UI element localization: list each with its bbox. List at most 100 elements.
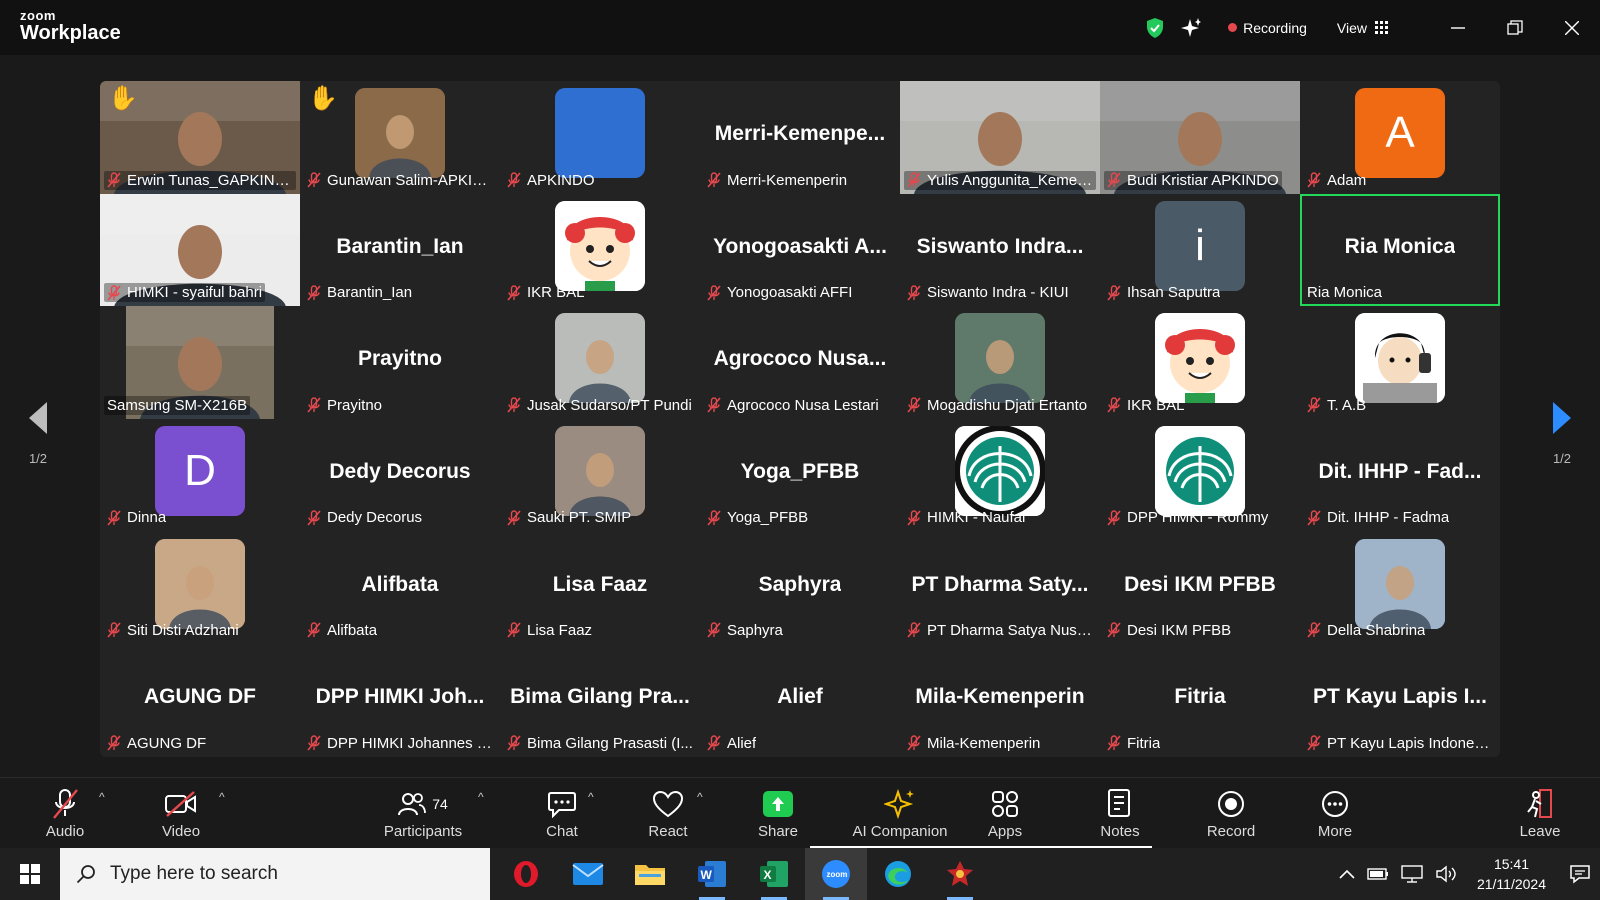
participant-name: Dit. IHHP - Fadma bbox=[1327, 509, 1450, 527]
participant-tile[interactable]: Agrococo Nusa... Agrococo Nusa Lestari bbox=[700, 306, 900, 419]
ai-sparkle-icon[interactable] bbox=[1180, 17, 1202, 39]
participant-tile[interactable]: Lisa Faaz Lisa Faaz bbox=[500, 531, 700, 644]
participant-avatar bbox=[555, 88, 645, 179]
participant-display-name: Siswanto Indra... bbox=[916, 234, 1084, 258]
participant-tile[interactable]: HIMKI - Naufal bbox=[900, 418, 1100, 532]
view-button[interactable]: View bbox=[1337, 20, 1389, 36]
more-button[interactable]: More bbox=[1314, 778, 1356, 849]
taskbar-mail[interactable] bbox=[557, 848, 619, 900]
notification-center-button[interactable] bbox=[1560, 848, 1600, 900]
battery-icon[interactable] bbox=[1367, 867, 1389, 881]
participant-tile[interactable]: Mila-Kemenperin Mila-Kemenperin bbox=[900, 643, 1100, 757]
participants-button[interactable]: 74 Participants bbox=[378, 778, 468, 849]
gallery-stage: 1/2 1/2 ✋ Erwin Tunas_GAPKINDO ✋ Gunawan Sa… bbox=[0, 55, 1600, 777]
participant-tile[interactable]: Yonogoasakti A... Yonogoasakti AFFI bbox=[700, 193, 900, 307]
participant-tile[interactable]: Dit. IHHP - Fad... Dit. IHHP - Fadma bbox=[1300, 418, 1500, 532]
react-button[interactable]: React bbox=[642, 778, 694, 849]
participant-tile[interactable]: Sauki PT. SMIP bbox=[500, 418, 700, 532]
participant-tile[interactable]: DPP HIMKI - Rommy bbox=[1100, 418, 1300, 532]
participant-tile[interactable]: A Adam bbox=[1300, 81, 1500, 194]
encryption-shield-icon[interactable] bbox=[1144, 17, 1166, 39]
participant-tile[interactable]: T. A.B bbox=[1300, 306, 1500, 419]
participants-options-caret[interactable]: ^ bbox=[478, 790, 484, 804]
participant-tile[interactable]: Barantin_Ian Barantin_Ian bbox=[300, 193, 500, 307]
recording-indicator[interactable]: Recording bbox=[1228, 20, 1307, 36]
taskbar-word[interactable]: W bbox=[681, 848, 743, 900]
participant-tile[interactable]: Yulis Anggunita_Kemenperin bbox=[900, 81, 1100, 194]
taskbar-zoom[interactable]: zoom bbox=[805, 848, 867, 900]
next-page-button[interactable]: 1/2 bbox=[1524, 358, 1600, 508]
participant-tile[interactable]: Alifbata Alifbata bbox=[300, 531, 500, 644]
participant-tile[interactable]: Siti Disti Adzhani bbox=[100, 531, 300, 644]
participant-name-label: APKINDO bbox=[504, 171, 598, 190]
participant-tile[interactable]: i Ihsan Saputra bbox=[1100, 193, 1300, 307]
mascot-avatar-icon bbox=[555, 200, 645, 291]
mic-muted-icon bbox=[507, 284, 521, 301]
raised-hand-icon: ✋ bbox=[108, 85, 138, 112]
participant-tile[interactable]: Saphyra Saphyra bbox=[700, 531, 900, 644]
video-button[interactable]: Video bbox=[153, 778, 209, 849]
participant-name: Alifbata bbox=[327, 621, 378, 639]
close-button[interactable] bbox=[1543, 0, 1600, 55]
participant-name: DPP HIMKI Johannes B... bbox=[327, 734, 493, 752]
participant-tile[interactable]: Bima Gilang Pra... Bima Gilang Prasasti (… bbox=[500, 643, 700, 757]
participant-tile[interactable]: ✋ Gunawan Salim-APKINDO bbox=[300, 81, 500, 194]
ai-companion-button[interactable]: AI Companion bbox=[845, 778, 955, 849]
participant-tile[interactable]: IKR BAL bbox=[1100, 306, 1300, 419]
taskbar-search-box[interactable]: Type here to search bbox=[60, 848, 490, 900]
start-button[interactable] bbox=[0, 848, 60, 900]
taskbar-edge[interactable] bbox=[867, 848, 929, 900]
participant-tile[interactable]: Merri-Kemenpe... Merri-Kemenperin bbox=[700, 81, 900, 194]
participant-name: IKR BAL bbox=[527, 284, 585, 302]
taskbar-opera[interactable] bbox=[495, 848, 557, 900]
taskbar-clock[interactable]: 15:41 21/11/2024 bbox=[1477, 854, 1546, 894]
participant-tile[interactable]: Fitria Fitria bbox=[1100, 643, 1300, 757]
taskbar-file-explorer[interactable] bbox=[619, 848, 681, 900]
participant-tile[interactable]: D Dinna bbox=[100, 418, 300, 532]
audio-options-caret[interactable]: ^ bbox=[99, 790, 105, 804]
participant-tile[interactable]: DPP HIMKI Joh... DPP HIMKI Johannes B... bbox=[300, 643, 500, 757]
apps-button[interactable]: Apps bbox=[984, 778, 1026, 849]
participant-tile[interactable]: PT Kayu Lapis I... PT Kayu Lapis Indonesi… bbox=[1300, 643, 1500, 757]
participant-tile[interactable]: Dedy Decorus Dedy Decorus bbox=[300, 418, 500, 532]
participant-tile[interactable]: Ria Monica Ria Monica bbox=[1300, 193, 1500, 307]
share-button[interactable]: Share bbox=[752, 778, 804, 849]
taskbar-excel[interactable]: X bbox=[743, 848, 805, 900]
notes-button[interactable]: Notes bbox=[1095, 778, 1145, 849]
participant-tile[interactable]: APKINDO bbox=[500, 81, 700, 194]
participant-name: Ihsan Saputra bbox=[1127, 284, 1221, 302]
participant-tile[interactable]: Alief Alief bbox=[700, 643, 900, 757]
record-button[interactable]: Record bbox=[1203, 778, 1259, 849]
network-icon[interactable] bbox=[1401, 865, 1423, 883]
recording-label: Recording bbox=[1243, 19, 1307, 36]
participant-tile[interactable]: ✋ Erwin Tunas_GAPKINDO bbox=[100, 81, 300, 194]
himki-logo-icon bbox=[955, 426, 1045, 517]
mic-muted-icon bbox=[1307, 735, 1321, 751]
participant-tile[interactable]: Budi Kristiar APKINDO bbox=[1100, 81, 1300, 194]
previous-page-button[interactable]: 1/2 bbox=[0, 358, 76, 508]
taskbar-game-app[interactable] bbox=[929, 848, 991, 900]
leave-button[interactable]: Leave bbox=[1518, 778, 1562, 849]
participant-tile[interactable]: PT Dharma Saty... PT Dharma Satya Nusanta… bbox=[900, 531, 1100, 644]
video-options-caret[interactable]: ^ bbox=[219, 790, 225, 804]
react-options-caret[interactable]: ^ bbox=[697, 790, 703, 804]
participant-tile[interactable]: IKR BAL bbox=[500, 193, 700, 307]
participant-tile[interactable]: Samsung SM-X216B bbox=[100, 306, 300, 419]
participant-tile[interactable]: Siswanto Indra... Siswanto Indra - KIUI bbox=[900, 193, 1100, 307]
participant-tile[interactable]: Jusak Sudarso/PT Pundi bbox=[500, 306, 700, 419]
participant-tile[interactable]: AGUNG DF AGUNG DF bbox=[100, 643, 300, 757]
participant-tile[interactable]: Prayitno Prayitno bbox=[300, 306, 500, 419]
participant-tile[interactable]: HIMKI - syaiful bahri bbox=[100, 193, 300, 307]
show-hidden-icons-chevron-icon[interactable] bbox=[1339, 868, 1355, 880]
participant-tile[interactable]: Mogadishu Djati Ertanto bbox=[900, 306, 1100, 419]
restore-button[interactable] bbox=[1486, 0, 1543, 55]
chat-button[interactable]: Chat bbox=[540, 778, 584, 849]
participant-tile[interactable]: Della Shabrina bbox=[1300, 531, 1500, 644]
minimize-button[interactable] bbox=[1429, 0, 1486, 55]
participant-name-label: Dedy Decorus bbox=[304, 508, 425, 527]
chat-options-caret[interactable]: ^ bbox=[588, 790, 594, 804]
participant-tile[interactable]: Desi IKM PFBB Desi IKM PFBB bbox=[1100, 531, 1300, 644]
participant-tile[interactable]: Yoga_PFBB Yoga_PFBB bbox=[700, 418, 900, 532]
audio-button[interactable]: Audio bbox=[40, 778, 90, 849]
volume-icon[interactable] bbox=[1435, 865, 1457, 883]
